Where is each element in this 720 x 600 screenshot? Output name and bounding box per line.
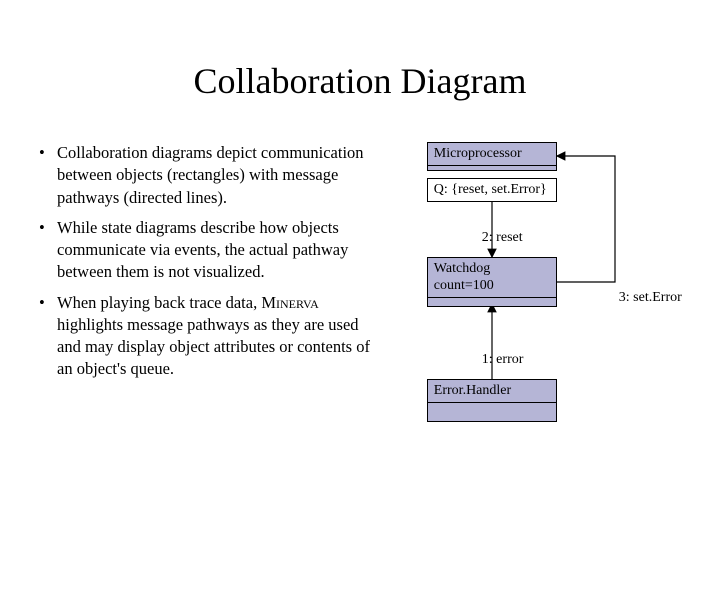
object-attrs	[428, 166, 556, 170]
object-queue: Q: {reset, set.Error}	[427, 178, 557, 202]
queue-contents: Q: {reset, set.Error}	[428, 179, 556, 201]
bullet-item: While state diagrams describe how object…	[35, 217, 377, 284]
bullet-list: Collaboration diagrams depict communicat…	[35, 142, 377, 462]
object-microprocessor: Microprocessor	[427, 142, 557, 171]
content-area: Collaboration diagrams depict communicat…	[0, 142, 720, 462]
object-attrs	[428, 403, 556, 421]
message-label-reset: 2: reset	[482, 230, 523, 246]
object-name: Microprocessor	[428, 143, 556, 166]
object-errorhandler: Error.Handler	[427, 379, 557, 422]
object-body	[428, 298, 556, 306]
object-name: Error.Handler	[428, 380, 556, 403]
message-label-error: 1: error	[482, 352, 524, 368]
object-watchdog: Watchdog count=100	[427, 257, 557, 307]
collaboration-diagram: Microprocessor Q: {reset, set.Error} 2: …	[397, 142, 680, 462]
object-name: Watchdog	[428, 258, 556, 278]
object-attrs: count=100	[428, 278, 556, 298]
bullet-item: Collaboration diagrams depict communicat…	[35, 142, 377, 209]
message-label-seterror: 3: set.Error	[619, 290, 682, 306]
bullet-item: When playing back trace data, Minerva hi…	[35, 292, 377, 381]
page-title: Collaboration Diagram	[0, 60, 720, 102]
